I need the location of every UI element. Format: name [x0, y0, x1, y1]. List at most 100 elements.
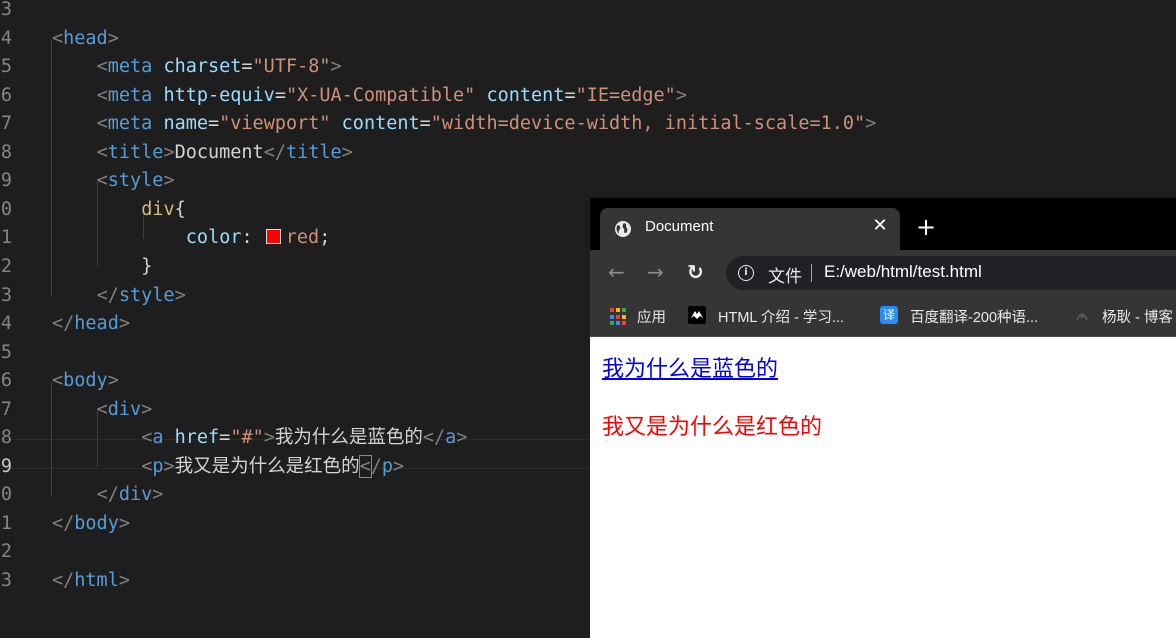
line-number: 9: [0, 170, 12, 192]
code-token: <: [96, 141, 108, 163]
code-token: html: [74, 570, 119, 591]
code-token: >: [263, 427, 275, 449]
blue-link[interactable]: 我为什么是蓝色的: [602, 351, 778, 383]
tab-document[interactable]: Document ✕: [600, 208, 900, 250]
tab-bar: Document ✕ +: [590, 198, 1176, 250]
code-token: <: [96, 170, 108, 192]
line-number: 2: [0, 541, 12, 563]
code-token: >: [118, 512, 130, 534]
line-number: 1: [0, 227, 12, 249]
code-token: </: [263, 141, 286, 163]
code-token: >: [330, 56, 342, 78]
code-token: >: [107, 27, 119, 49]
code-token: body: [63, 370, 108, 392]
line-number: 5: [0, 341, 12, 363]
color-swatch[interactable]: [265, 229, 281, 245]
code-token: >: [675, 84, 687, 106]
code-token: <: [96, 56, 108, 78]
line-number: 7: [0, 113, 12, 135]
code-token: href: [174, 427, 220, 449]
indent-guide: [51, 40, 52, 296]
line-number: 6: [0, 84, 12, 106]
address-bar[interactable]: i 文件 E:/web/html/test.html: [726, 256, 1176, 290]
code-text: color: red;: [186, 224, 331, 252]
line-number: 5: [0, 56, 12, 78]
translate-icon: 译: [880, 306, 898, 324]
forward-arrow-icon[interactable]: →: [647, 261, 664, 283]
code-token: "X-UA-Compatible": [285, 84, 476, 106]
code-token: name: [163, 113, 208, 135]
code-text: </style>: [97, 282, 186, 310]
code-token: style: [118, 284, 175, 306]
code-text: <meta charset="UTF-8">: [97, 53, 342, 81]
code-token: "#": [230, 427, 264, 449]
code-token: ;: [319, 227, 331, 249]
code-token: </: [96, 484, 119, 506]
code-token: >: [163, 170, 175, 192]
code-token: >: [163, 141, 175, 163]
code-token: <: [96, 84, 108, 106]
code-token: >: [341, 141, 353, 163]
browser-window: Document ✕ + ← → ↻ i 文件 E:/web/html/test…: [590, 198, 1176, 638]
tab-title: Document: [645, 218, 714, 235]
code-token: >: [163, 455, 175, 477]
bookmark-apps[interactable]: 应用: [637, 306, 666, 327]
line-number: 3: [0, 284, 12, 306]
code-token: =: [564, 84, 576, 106]
code-token: 我为什么是蓝色的: [274, 427, 423, 449]
red-paragraph: 我又是为什么是红色的: [602, 415, 823, 440]
code-token: >: [118, 313, 130, 335]
code-token: =: [219, 427, 231, 449]
code-token: Document: [174, 141, 264, 163]
bookmarks-bar: 应用 HTML 介绍 - 学习... 译 百度翻译-200种语... 杨耿 - …: [590, 296, 1176, 337]
info-icon[interactable]: i: [738, 265, 754, 281]
code-token: color: [185, 227, 242, 249]
code-token: red: [285, 227, 320, 249]
code-text: <title>Document</title>: [97, 139, 353, 167]
code-text: }: [141, 253, 152, 281]
divider: [811, 264, 812, 282]
code-text: </html>: [52, 567, 130, 595]
code-token: title: [107, 141, 164, 163]
code-token: head: [74, 313, 119, 335]
code-token: {: [174, 198, 186, 220]
line-number: 7: [0, 398, 12, 420]
code-token: "UTF-8": [252, 56, 331, 78]
code-token: 我又是为什么是红色的: [174, 455, 360, 477]
code-token: a: [445, 427, 457, 449]
code-token: div: [107, 398, 142, 420]
new-tab-button[interactable]: +: [916, 215, 936, 239]
code-text: <body>: [52, 367, 119, 395]
code-token: style: [107, 170, 164, 192]
code-token: meta: [107, 56, 164, 78]
line-number: 4: [0, 313, 12, 335]
url-text[interactable]: E:/web/html/test.html: [824, 262, 982, 282]
bookmark-html-intro[interactable]: HTML 介绍 - 学习...: [718, 306, 844, 327]
code-token: =: [274, 84, 286, 106]
mdn-icon: [688, 306, 706, 324]
line-number: 2: [0, 255, 12, 277]
code-token: "viewport": [219, 113, 331, 135]
code-token: </: [52, 570, 75, 591]
code-token: div: [118, 484, 153, 506]
reload-icon[interactable]: ↻: [687, 261, 704, 283]
code-token: "IE=edge": [575, 84, 676, 106]
code-token: =: [241, 56, 253, 78]
bookmark-baidu-translate[interactable]: 百度翻译-200种语...: [910, 306, 1038, 327]
bookmark-blog[interactable]: 杨耿 - 博客: [1102, 306, 1173, 327]
code-token: </: [52, 512, 75, 534]
code-token: >: [865, 113, 877, 135]
code-token: >: [152, 484, 164, 506]
code-token: "width=device-width, initial-scale=1.0": [430, 113, 866, 135]
code-token: </: [422, 427, 446, 449]
line-number: 8: [0, 427, 12, 449]
code-token: <: [96, 398, 108, 420]
code-token: <: [141, 455, 153, 477]
browser-toolbar: ← → ↻ i 文件 E:/web/html/test.html: [590, 250, 1176, 296]
code-token: <: [96, 113, 108, 135]
code-text: <meta name="viewport" content="width=dev…: [97, 110, 877, 138]
code-token: :: [241, 227, 264, 249]
close-icon[interactable]: ✕: [870, 215, 890, 239]
back-arrow-icon[interactable]: ←: [608, 261, 625, 283]
